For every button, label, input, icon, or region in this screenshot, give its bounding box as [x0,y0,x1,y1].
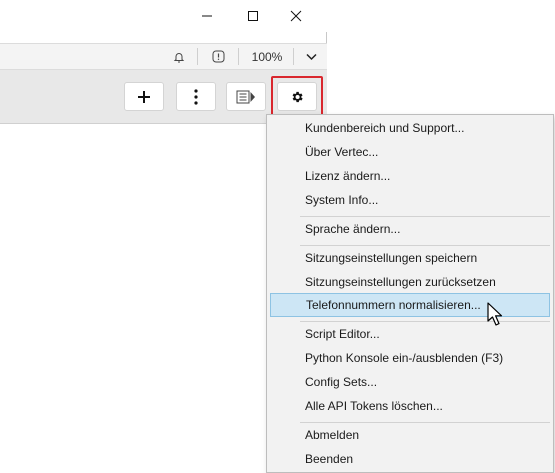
info-button[interactable] [207,44,229,69]
zoom-level[interactable]: 100% [247,44,287,69]
menu-separator [300,245,550,246]
settings-highlight-frame [271,76,323,116]
menu-separator [300,321,550,322]
close-button[interactable] [273,0,319,32]
menu-item-ueber-vertec[interactable]: Über Vertec... [270,141,550,163]
menu-item-abmelden[interactable]: Abmelden [270,424,550,446]
menu-item-lizenz-aendern[interactable]: Lizenz ändern... [270,165,550,187]
menu-separator [300,422,550,423]
menu-item-sprache-aendern[interactable]: Sprache ändern... [270,218,550,240]
title-bar [0,0,327,32]
statusbar-dropdown[interactable] [300,44,322,69]
menu-item-api-tokens-loeschen[interactable]: Alle API Tokens löschen... [270,395,550,417]
menu-item-telefonnummern[interactable]: Telefonnummern normalisieren... [270,293,550,317]
menu-item-sitzung-speichern[interactable]: Sitzungseinstellungen speichern [270,247,550,269]
maximize-icon [248,11,258,21]
menu-item-kundenbereich[interactable]: Kundenbereich und Support... [270,117,550,139]
minimize-icon [202,15,212,17]
menu-item-beenden[interactable]: Beenden [270,448,550,470]
menu-item-system-info[interactable]: System Info... [270,189,550,211]
status-divider [293,48,294,65]
status-bar: 100% [0,43,327,70]
settings-menu: Kundenbereich und Support... Über Vertec… [266,114,554,473]
panel-toggle-button[interactable] [226,82,266,111]
notifications-button[interactable] [168,44,190,69]
plus-icon [138,90,150,103]
menu-separator [300,216,550,217]
menu-item-config-sets[interactable]: Config Sets... [270,371,550,393]
menu-item-sitzung-zuruecksetzen[interactable]: Sitzungseinstellungen zurücksetzen [270,271,550,293]
mouse-cursor-icon [487,302,503,326]
close-icon [290,10,302,22]
info-icon [212,50,224,63]
menu-item-script-editor[interactable]: Script Editor... [270,323,550,345]
minimize-button[interactable] [184,0,230,32]
more-vert-icon [194,88,198,105]
menu-item-python-konsole[interactable]: Python Konsole ein-/ausblenden (F3) [270,347,550,369]
maximize-button[interactable] [230,0,276,32]
status-divider [197,48,198,65]
add-button[interactable] [124,82,164,111]
more-options-button[interactable] [176,82,216,111]
chevron-down-icon [305,53,317,60]
panel-toggle-icon [236,90,255,103]
status-divider [238,48,239,65]
bell-icon [173,52,185,62]
